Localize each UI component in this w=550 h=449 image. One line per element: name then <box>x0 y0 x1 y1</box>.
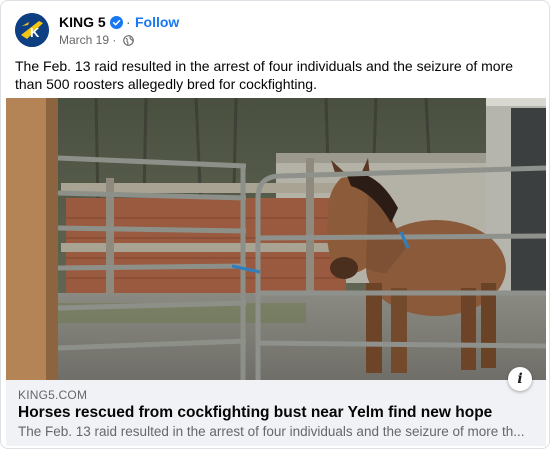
globe-icon[interactable] <box>122 35 134 46</box>
info-icon[interactable]: i <box>508 367 532 391</box>
king5-logo-icon: K <box>15 13 49 47</box>
verified-badge-icon <box>110 16 123 29</box>
date-separator: · <box>112 33 117 47</box>
post-card: K KING 5 · Follow March 19 · The Feb. 13… <box>0 0 550 449</box>
post-meta: March 19 · <box>59 33 134 47</box>
post-text: The Feb. 13 raid resulted in the arrest … <box>15 58 514 92</box>
post-date[interactable]: March 19 <box>59 33 109 47</box>
link-title[interactable]: Horses rescued from cockfighting bust ne… <box>18 404 492 422</box>
link-preview-image[interactable] <box>6 98 546 380</box>
link-description: The Feb. 13 raid resulted in the arrest … <box>18 424 525 439</box>
follow-button[interactable]: Follow <box>135 14 179 30</box>
svg-text:K: K <box>30 25 40 40</box>
link-preview-footer[interactable]: KING5.COM Horses rescued from cockfighti… <box>6 380 546 446</box>
page-name[interactable]: KING 5 <box>59 14 106 30</box>
avatar[interactable]: K <box>15 13 49 47</box>
separator-dot: · <box>126 14 131 30</box>
link-domain: KING5.COM <box>18 388 88 402</box>
horse-behind-gate-photo <box>6 98 546 380</box>
